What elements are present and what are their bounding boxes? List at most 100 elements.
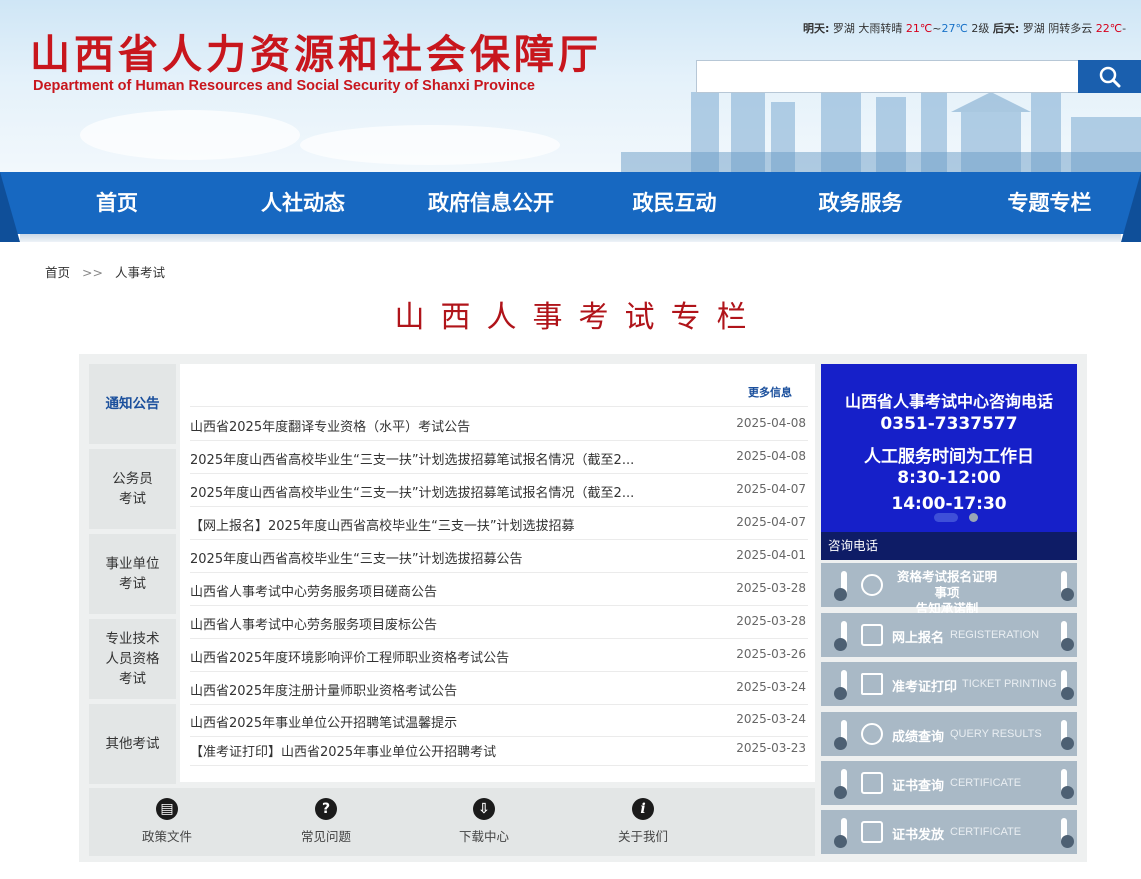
service-label-en: CERTIFICATE (950, 826, 1022, 838)
quick-link-label: 下载中心 (458, 829, 509, 844)
printer-icon (861, 673, 883, 695)
tab-civil-servant[interactable]: 公务员 考试 (89, 449, 176, 529)
news-item[interactable]: 山西省2025年度环境影响评价工程师职业资格考试公告 2025-03-26 (190, 639, 808, 672)
nav-item-interaction[interactable]: 政民互动 (617, 172, 732, 234)
quick-link-label: 政策文件 (141, 829, 192, 844)
service-ticket-printing[interactable]: 准考证打印 TICKET PRINTING (821, 662, 1077, 706)
search-icon (1099, 66, 1120, 87)
news-item[interactable]: 山西省人事考试中心劳务服务项目磋商公告 2025-03-28 (190, 573, 808, 606)
weather-next-temp: 22℃ (1095, 22, 1123, 35)
service-certificate-issue[interactable]: 证书发放 CERTIFICATE (821, 810, 1077, 854)
weather-forecast: 明天: 罗湖 大雨转晴 21℃~27℃ 2级 后天: 罗湖 阴转多云 22℃- (803, 20, 1126, 36)
quick-link-policy[interactable]: ▤ 政策文件 (122, 798, 212, 845)
main-nav (0, 172, 1141, 234)
decor-knob (834, 638, 847, 651)
hotline-banner[interactable]: 山西省人事考试中心咨询电话 0351-7337577 人工服务时间为工作日 8:… (821, 364, 1077, 560)
news-item[interactable]: 【网上报名】2025年度山西省高校毕业生“三支一扶”计划选拔招募 2025-04… (190, 507, 808, 540)
quick-link-label: 常见问题 (300, 829, 351, 844)
decor-knob (1061, 687, 1074, 700)
news-item[interactable]: 【准考证打印】山西省2025年事业单位公开招聘考试 2025-03-23 (190, 733, 808, 766)
tab-label: 公务员 考试 (112, 471, 153, 507)
quick-link-about[interactable]: i 关于我们 (598, 798, 688, 845)
edit-form-icon (861, 624, 883, 646)
service-label-en: CERTIFICATE (950, 777, 1022, 789)
page-title: 山西人事考试专栏 (394, 300, 763, 335)
breadcrumb: 首页 >> 人事考试 (45, 262, 173, 281)
news-item[interactable]: 山西省人事考试中心劳务服务项目废标公告 2025-03-28 (190, 606, 808, 639)
nav-left-corner (0, 172, 20, 242)
news-title[interactable]: 山西省2025年度翻译专业资格（水平）考试公告 (190, 416, 470, 435)
handshake-icon (861, 574, 883, 596)
news-date: 2025-03-24 (736, 712, 806, 726)
decor-knob (1061, 786, 1074, 799)
breadcrumb-home[interactable]: 首页 (45, 265, 70, 280)
news-title[interactable]: 山西省人事考试中心劳务服务项目废标公告 (190, 614, 437, 633)
tab-label: 其他考试 (105, 736, 160, 752)
tab-other-exams[interactable]: 其他考试 (89, 704, 176, 784)
service-label: 证书发放 (892, 828, 945, 843)
news-title[interactable]: 山西省2025年度注册计量师职业资格考试公告 (190, 680, 457, 699)
service-commitment[interactable]: 资格考试报名证明事项 告知承诺制 (821, 563, 1077, 616)
tab-professional-qualification[interactable]: 专业技术 人员资格 考试 (89, 619, 176, 699)
news-title[interactable]: 2025年度山西省高校毕业生“三支一扶”计划选拔招募公告 (190, 548, 523, 567)
weather-today-label: 明天: (803, 22, 830, 35)
news-item[interactable]: 山西省2025年度翻译专业资格（水平）考试公告 2025-04-08 (190, 408, 808, 441)
service-label: 证书查询 (892, 779, 945, 794)
news-title[interactable]: 【准考证打印】山西省2025年事业单位公开招聘考试 (190, 741, 496, 760)
news-title[interactable]: 【网上报名】2025年度山西省高校毕业生“三支一扶”计划选拔招募 (190, 515, 575, 534)
magnifier-icon (861, 723, 883, 745)
cloud-decoration (80, 110, 300, 160)
banner-line: 人工服务时间为工作日 (864, 447, 1034, 467)
nav-item-gov-services[interactable]: 政务服务 (803, 172, 918, 234)
nav-item-home[interactable]: 首页 (72, 172, 162, 234)
decor-knob (1061, 835, 1074, 848)
banner-hours-am: 8:30-12:00 (897, 468, 1001, 488)
breadcrumb-current[interactable]: 人事考试 (115, 265, 165, 280)
nav-item-gov-info[interactable]: 政府信息公开 (412, 172, 570, 234)
decor-knob (834, 786, 847, 799)
service-label-en: TICKET PRINTING (962, 678, 1057, 690)
weather-next-place: 罗湖 (1022, 22, 1045, 35)
list-divider (190, 406, 808, 407)
news-item[interactable]: 山西省2025年度注册计量师职业资格考试公告 2025-03-24 (190, 672, 808, 705)
cloud-decoration (300, 125, 560, 165)
service-certificate-query[interactable]: 证书查询 CERTIFICATE (821, 761, 1077, 805)
download-cloud-icon: ⇩ (473, 798, 495, 820)
nav-item-hrss-news[interactable]: 人社动态 (243, 172, 363, 234)
news-title[interactable]: 山西省人事考试中心劳务服务项目磋商公告 (190, 581, 437, 600)
news-date: 2025-04-08 (736, 449, 806, 463)
news-item[interactable]: 2025年度山西省高校毕业生“三支一扶”计划选拔招募笔试报名情况（截至2... … (190, 474, 808, 507)
carousel-dot-active[interactable] (934, 513, 958, 522)
nav-shadow (20, 234, 1121, 242)
weather-today-high: 27℃ (941, 22, 968, 35)
weather-today-place: 罗湖 (832, 22, 855, 35)
weather-today-desc: 大雨转晴 (858, 22, 903, 35)
banner-caption: 咨询电话 (821, 532, 1077, 560)
news-date: 2025-03-28 (736, 614, 806, 628)
weather-next-desc: 阴转多云 (1048, 22, 1093, 35)
nav-item-special-topics[interactable]: 专题专栏 (992, 172, 1107, 234)
carousel-dot[interactable] (969, 513, 978, 522)
news-title[interactable]: 2025年度山西省高校毕业生“三支一扶”计划选拔招募笔试报名情况（截至2... (190, 449, 634, 468)
certificate-search-icon (861, 772, 883, 794)
search-input[interactable] (696, 60, 1078, 93)
news-title[interactable]: 2025年度山西省高校毕业生“三支一扶”计划选拔招募笔试报名情况（截至2... (190, 482, 634, 501)
more-link[interactable]: 更多信息 (748, 384, 792, 400)
decor-knob (834, 737, 847, 750)
tab-notices[interactable]: 通知公告 (89, 364, 176, 444)
quick-link-label: 关于我们 (617, 829, 668, 844)
quick-link-downloads[interactable]: ⇩ 下载中心 (439, 798, 529, 845)
news-item[interactable]: 2025年度山西省高校毕业生“三支一扶”计划选拔招募公告 2025-04-01 (190, 540, 808, 573)
service-query-results[interactable]: 成绩查询 QUERY RESULTS (821, 712, 1077, 756)
site-title-cn[interactable]: 山西省人力资源和社会保障厅 (30, 22, 602, 80)
quick-link-faq[interactable]: ? 常见问题 (281, 798, 371, 845)
news-title[interactable]: 山西省2025年度环境影响评价工程师职业资格考试公告 (190, 647, 509, 666)
banner-phone: 0351-7337577 (880, 414, 1018, 434)
service-online-registration[interactable]: 网上报名 REGISTERATION (821, 613, 1077, 657)
news-item[interactable]: 2025年度山西省高校毕业生“三支一扶”计划选拔招募笔试报名情况（截至2... … (190, 441, 808, 474)
question-icon: ? (315, 798, 337, 820)
tab-public-institution[interactable]: 事业单位 考试 (89, 534, 176, 614)
site-title-en[interactable]: Department of Human Resources and Social… (33, 78, 535, 94)
news-title[interactable]: 山西省2025年事业单位公开招聘笔试温馨提示 (190, 712, 457, 731)
search-button[interactable] (1078, 60, 1141, 93)
